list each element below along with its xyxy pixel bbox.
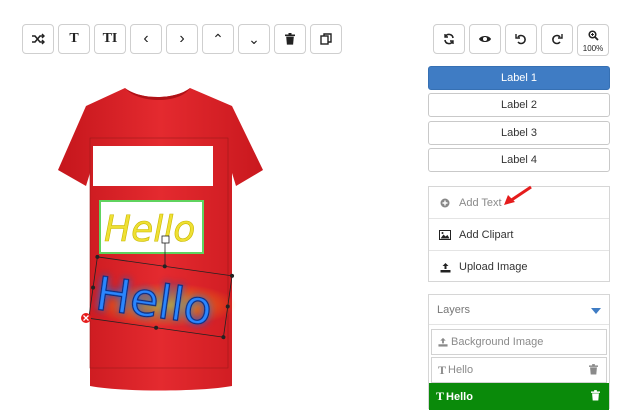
zoom-level: 100% [582,44,604,53]
shuffle-icon [32,33,45,45]
redo-button[interactable] [541,24,573,54]
trash-icon [285,33,295,45]
refresh-button[interactable] [433,24,465,54]
upload-icon [438,337,448,347]
label-4-button[interactable]: Label 4 [428,148,610,172]
eye-icon [479,36,491,42]
delete-button[interactable] [274,24,306,54]
undo-button[interactable] [505,24,537,54]
copy-icon [320,33,332,45]
upload-image-label: Upload Image [459,261,528,273]
chevron-up-icon: ⌃ [212,30,224,47]
layers-panel: Layers Background Image T Hello T Hello [428,294,610,410]
text-button[interactable]: T [58,24,90,54]
send-backward-button[interactable]: ⌄ [238,24,270,54]
zoom-icon [587,29,599,41]
layer-label: Background Image [451,336,544,348]
add-clipart-button[interactable]: Add Clipart [429,219,609,251]
label-box[interactable] [93,146,213,186]
next-button[interactable]: › [166,24,198,54]
label-2-button[interactable]: Label 2 [428,93,610,117]
rotate-handle[interactable] [161,235,170,244]
refresh-icon [444,33,454,45]
layers-header[interactable]: Layers [429,295,609,325]
prev-button[interactable]: ‹ [130,24,162,54]
chevron-right-icon: › [179,30,185,47]
duplicate-button[interactable] [310,24,342,54]
text-size-icon: TI [102,31,118,46]
label-1-button[interactable]: Label 1 [428,66,610,90]
trash-icon[interactable] [591,390,600,401]
pointer-arrow [504,185,532,205]
image-icon [437,229,453,240]
text-t-icon: T [436,389,445,403]
trash-icon[interactable] [589,364,598,375]
chevron-left-icon: ‹ [143,30,149,47]
layer-background-image[interactable]: Background Image [431,329,607,355]
text-size-button[interactable]: TI [94,24,126,54]
text-t-icon: T [438,362,447,377]
zoom-button[interactable]: 100% [577,24,609,56]
layers-title: Layers [437,303,471,316]
text-t-icon: T [69,31,79,46]
upload-icon [437,262,453,273]
design-canvas[interactable]: Hello Hello [0,60,420,409]
bring-forward-button[interactable]: ⌃ [202,24,234,54]
chevron-down-icon: ⌄ [248,30,260,47]
layer-label: Hello [448,364,474,376]
shuffle-button[interactable] [22,24,54,54]
layer-label: Hello [446,390,473,403]
hello-text-1[interactable]: Hello [104,209,196,251]
add-text-label: Add Text [459,196,502,209]
caret-down-icon [591,308,601,314]
preview-button[interactable] [469,24,501,54]
redo-icon [552,34,563,45]
add-clipart-label: Add Clipart [459,228,514,241]
label-3-button[interactable]: Label 3 [428,121,610,145]
layer-text-hello-1[interactable]: T Hello [431,357,607,383]
plus-circle-icon [437,198,453,208]
upload-image-button[interactable]: Upload Image [429,251,609,283]
layer-text-hello-2[interactable]: T Hello [429,383,609,410]
undo-icon [515,34,526,45]
